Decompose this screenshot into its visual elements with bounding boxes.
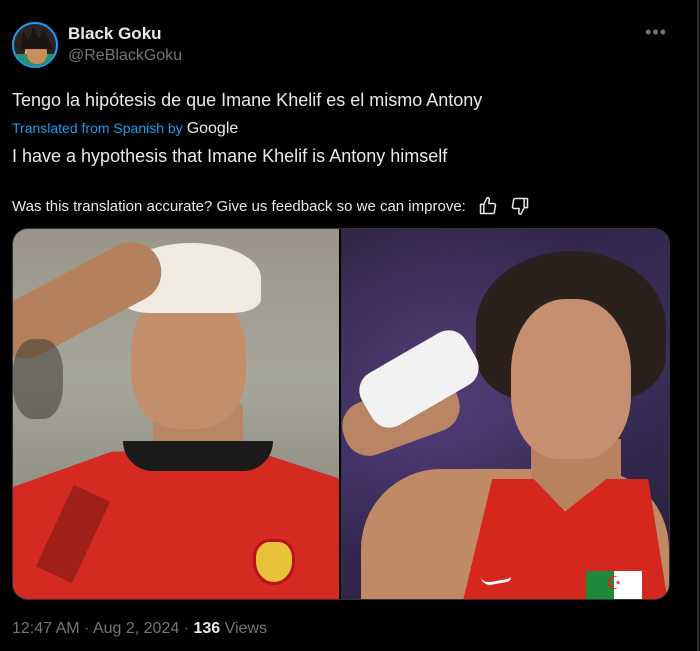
tweet-time[interactable]: 12:47 AM	[12, 620, 80, 637]
feedback-prompt: Was this translation accurate? Give us f…	[12, 197, 466, 215]
tweet-date[interactable]: Aug 2, 2024	[93, 620, 179, 637]
photo-right[interactable]	[341, 229, 669, 599]
translation-feedback: Was this translation accurate? Give us f…	[12, 196, 530, 216]
author-name[interactable]: Black Goku	[68, 24, 162, 44]
views-count: 136	[193, 620, 221, 637]
avatar[interactable]	[12, 22, 58, 68]
right-photo-flag	[586, 571, 642, 599]
tweet-meta: 12:47 AM · Aug 2, 2024 · 136 Views	[12, 620, 267, 638]
left-photo-crest	[253, 539, 295, 585]
scrollbar-border	[697, 0, 699, 651]
meta-separator: ·	[79, 620, 93, 637]
left-photo-tattoo	[13, 339, 63, 419]
thumbs-up-icon[interactable]	[478, 196, 498, 216]
left-photo-collar	[123, 441, 273, 471]
translated-from-label: Translated from Spanish by	[12, 120, 183, 136]
scrollbar-track[interactable]	[685, 0, 700, 651]
author-handle[interactable]: @ReBlackGoku	[68, 47, 182, 65]
tweet-text: Tengo la hipótesis de que Imane Khelif e…	[12, 90, 483, 110]
meta-separator: ·	[179, 620, 194, 637]
translation-attribution[interactable]: Translated from Spanish by Google	[12, 120, 238, 138]
more-options-icon[interactable]: •••	[645, 22, 667, 43]
avatar-hair	[20, 27, 54, 49]
google-logo: Google	[186, 120, 239, 137]
media-grid	[12, 228, 670, 600]
views-label: Views	[220, 620, 268, 637]
right-photo-face	[511, 299, 631, 459]
translated-text: I have a hypothesis that Imane Khelif is…	[12, 146, 448, 166]
photo-left[interactable]	[13, 229, 341, 599]
thumbs-down-icon[interactable]	[510, 196, 530, 216]
